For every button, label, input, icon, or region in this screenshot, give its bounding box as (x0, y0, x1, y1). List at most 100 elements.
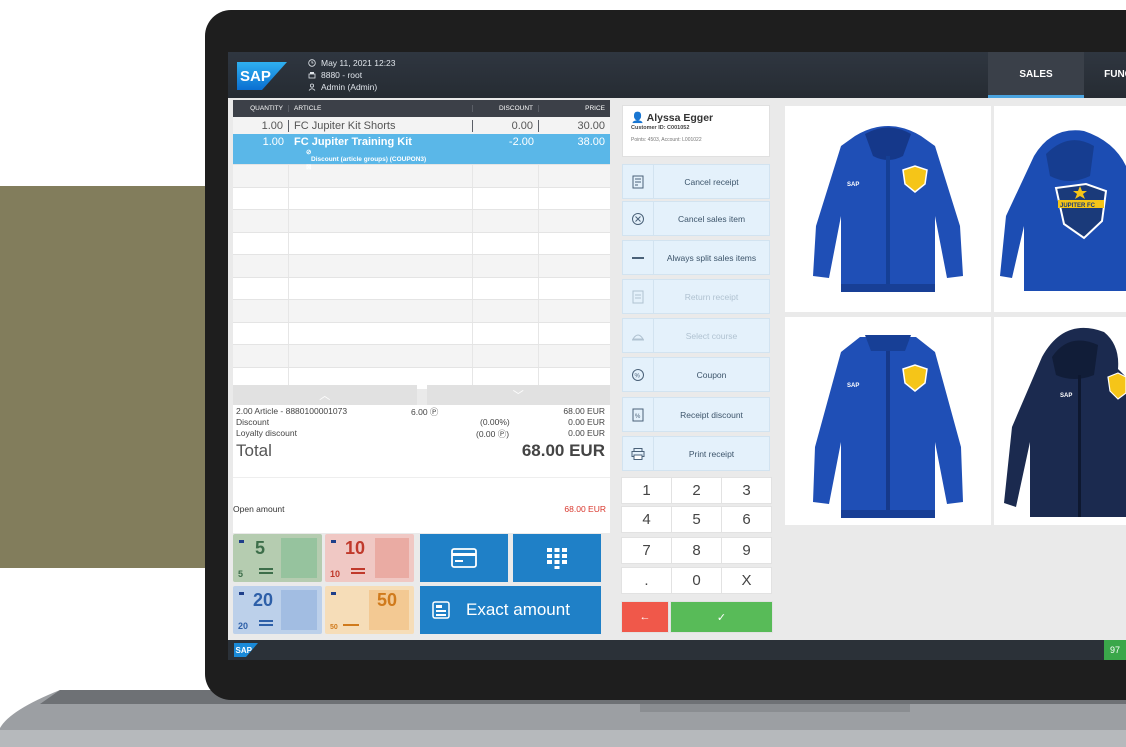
key-6[interactable]: 6 (722, 507, 771, 532)
key-decimal[interactable]: . (622, 568, 671, 593)
credit-card-icon (451, 548, 477, 568)
loyalty-label: Loyalty discount (236, 428, 297, 438)
key-clear[interactable]: X (722, 568, 771, 593)
scroll-up-button[interactable]: ︿ (233, 385, 417, 405)
sap-logo-small: SAP (234, 643, 258, 657)
note-value-small: 50 (330, 624, 338, 631)
tab-sales[interactable]: SALES (988, 52, 1084, 98)
key-1[interactable]: 1 (622, 478, 671, 503)
discount-value: 0.00 EUR (568, 417, 605, 427)
note-value-small: 20 (238, 621, 248, 631)
button-label: Print receipt (688, 448, 735, 459)
discount-percent: (0.00%) (480, 417, 510, 427)
bottom-bar: SAP (228, 640, 1126, 660)
empty-row (233, 231, 610, 254)
product-tile-rain-jacket[interactable]: SAP (994, 317, 1126, 525)
pos-screen: SAP May 11, 2021 12:23 8880 - root Admin… (228, 52, 1126, 660)
key-4[interactable]: 4 (622, 507, 671, 532)
print-receipt-button[interactable]: Print receipt (622, 436, 770, 471)
user-line: Admin (Admin) (308, 81, 396, 93)
hoodie-image: SAP (813, 126, 963, 292)
svg-text:JUPITER FC: JUPITER FC (1060, 203, 1096, 209)
svg-text:SAP: SAP (1060, 393, 1072, 399)
key-2[interactable]: 2 (672, 478, 721, 503)
table-row-selected[interactable]: 1.00 FC Jupiter Training Kit ⊘ Discount … (233, 134, 610, 171)
hoodie-image: JUPITER FC (1000, 130, 1126, 291)
chevron-down-icon: ﹀ (512, 390, 524, 402)
coupon-icon: % (623, 358, 654, 391)
datetime: May 11, 2021 12:23 (321, 58, 396, 68)
banknote-20[interactable]: 20 20 (233, 586, 322, 634)
svg-text:SAP: SAP (240, 68, 271, 85)
terminal-line: 8880 - root (308, 69, 396, 81)
total-label: Total (236, 441, 272, 460)
banknote-5[interactable]: 5 5 (233, 534, 322, 582)
top-bar: SAP May 11, 2021 12:23 8880 - root Admin… (228, 52, 1126, 98)
return-icon (623, 280, 654, 313)
empty-row (233, 299, 610, 322)
confirm-button[interactable]: ✓ (671, 602, 772, 632)
open-amount: Open amount 68.00 EUR (233, 477, 610, 533)
keypad-icon (547, 548, 567, 569)
customer-card[interactable]: 👤 Alyssa Egger Customer ID: C001052 Poin… (622, 105, 770, 157)
cancel-sales-item-button[interactable]: Cancel sales item (622, 201, 770, 236)
loyalty-summary: Loyalty discount (0.00 Ⓟ) 0.00 EUR (236, 428, 607, 439)
datetime-line: May 11, 2021 12:23 (308, 57, 396, 69)
note-value-small: 10 (330, 569, 340, 579)
table-row[interactable]: 1.00 FC Jupiter Kit Shorts 0.00 30.00 (233, 117, 610, 134)
button-label: Return receipt (684, 291, 739, 302)
col-price: PRICE (585, 105, 605, 112)
article-cell: FC Jupiter Kit Shorts (289, 119, 473, 132)
tab-functions[interactable]: FUNC (1088, 52, 1126, 98)
receipt-discount-button[interactable]: % Receipt discount (622, 397, 770, 432)
card-payment-button[interactable] (420, 534, 508, 582)
loyalty-points: (0.00 Ⓟ) (476, 429, 510, 439)
svg-text:%: % (635, 414, 641, 420)
coupon-button[interactable]: % Coupon (622, 357, 770, 392)
price-cell: 38.00 (577, 136, 605, 148)
key-7[interactable]: 7 (622, 538, 671, 563)
key-9[interactable]: 9 (722, 538, 771, 563)
sap-logo: SAP (237, 62, 287, 90)
exact-amount-label: Exact amount (466, 600, 570, 619)
backspace-button[interactable]: ← (622, 602, 668, 632)
always-split-button[interactable]: Always split sales items (622, 240, 770, 275)
total-line: Total 68.00 EUR (236, 441, 607, 461)
product-tile-hoodie-zip[interactable]: SAP (785, 106, 991, 312)
banknote-10[interactable]: 10 10 (325, 534, 414, 582)
button-label: Always split sales items (666, 252, 757, 263)
cancel-receipt-button[interactable]: Cancel receipt (622, 164, 770, 199)
customer-points: Points: 4503, Account: L001022 (631, 137, 702, 143)
person-icon: 👤 (631, 112, 645, 124)
product-tile-hoodie[interactable]: JUPITER FC (994, 106, 1126, 312)
receipt-summary: 2.00 Article - 8880100001073 6.00 Ⓟ 68.0… (233, 405, 610, 477)
total-value: 68.00 EUR (521, 441, 605, 460)
user-icon (308, 83, 316, 91)
note-value-small: 5 (238, 569, 243, 579)
split-icon (623, 241, 654, 274)
keypad-payment-button[interactable] (513, 534, 601, 582)
customer-name: Alyssa Egger (646, 112, 714, 124)
empty-row (233, 186, 610, 209)
key-5[interactable]: 5 (672, 507, 721, 532)
button-label: Coupon (696, 369, 727, 380)
exact-amount-button[interactable]: Exact amount (420, 586, 601, 634)
empty-row (233, 254, 610, 277)
discount-note-text: Discount (article groups) (COUPON3) (311, 156, 427, 163)
session-info: May 11, 2021 12:23 8880 - root Admin (Ad… (308, 57, 396, 93)
cancel-item-icon (623, 202, 654, 235)
product-tile-track-jacket[interactable]: SAP (785, 317, 991, 525)
empty-row (233, 276, 610, 299)
receipt-table: QUANTITY ARTICLE DISCOUNT PRICE 1.00 FC … (233, 100, 610, 389)
article-summary-label: 2.00 Article - 8880100001073 (236, 406, 348, 416)
key-3[interactable]: 3 (722, 478, 771, 503)
banknote-50[interactable]: 50 50 (325, 586, 414, 634)
key-8[interactable]: 8 (672, 538, 721, 563)
empty-rows (233, 164, 610, 389)
printer-icon (623, 437, 654, 470)
chevron-up-icon: ︿ (319, 390, 331, 402)
key-0[interactable]: 0 (672, 568, 721, 593)
terminal: 8880 - root (321, 70, 363, 80)
svg-text:SAP: SAP (847, 182, 859, 188)
scroll-down-button[interactable]: ﹀ (426, 385, 610, 405)
